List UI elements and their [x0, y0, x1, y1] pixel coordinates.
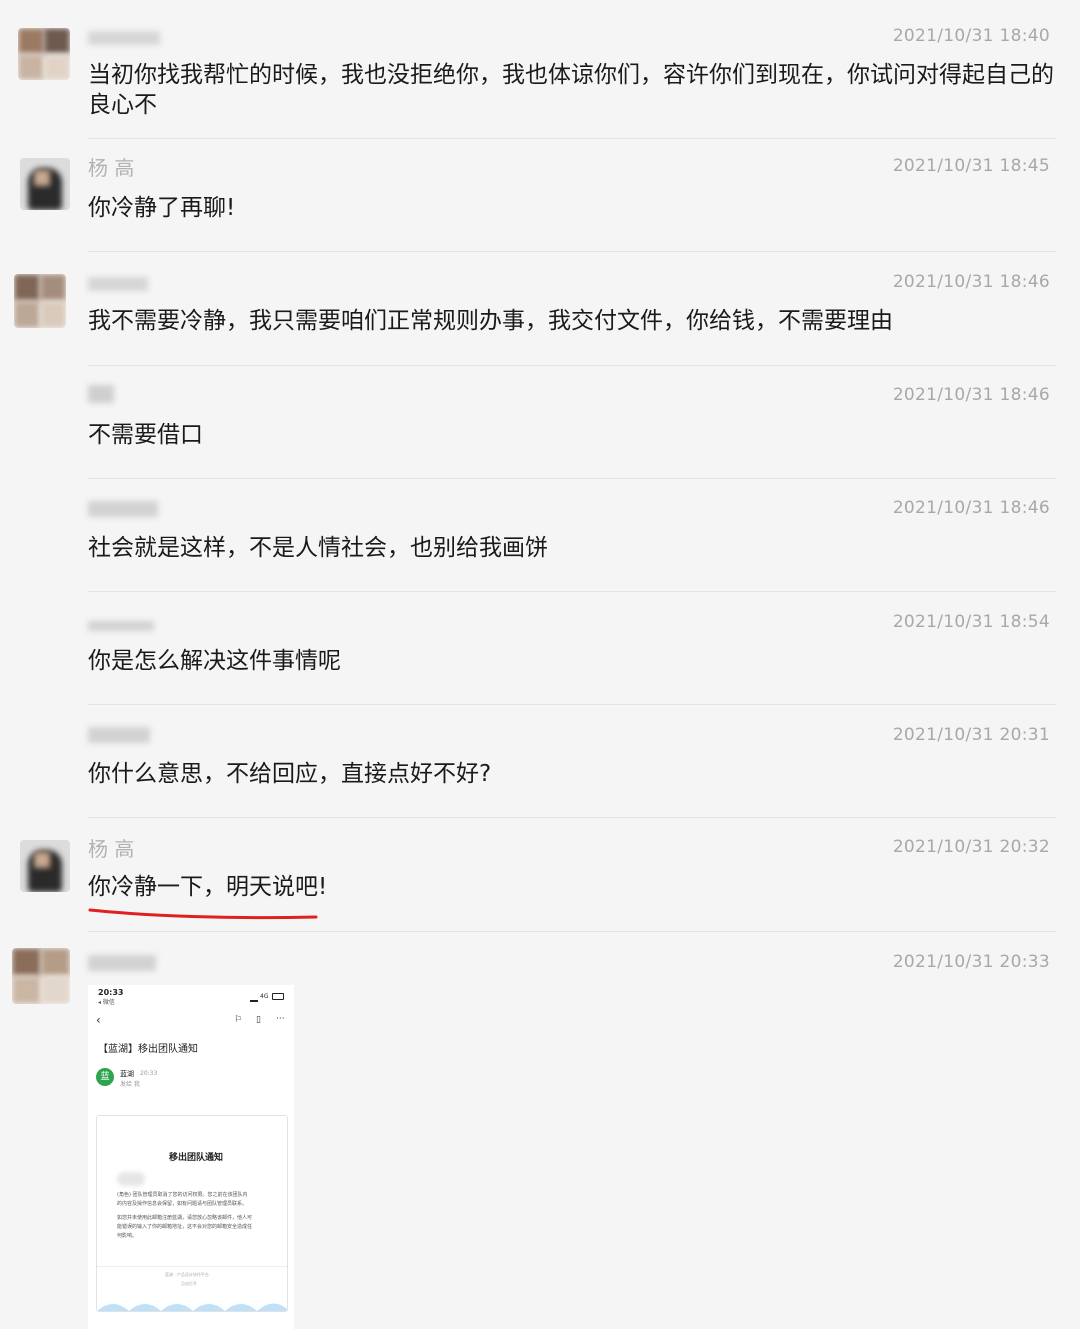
- sender-avatar: 蓝: [96, 1068, 114, 1086]
- divider: [88, 478, 1056, 479]
- divider: [88, 931, 1056, 932]
- card-title: 移出团队通知: [169, 1153, 224, 1163]
- message-text: 你冷静了再聊!: [88, 195, 236, 221]
- red-underline: [88, 908, 318, 920]
- flag-icon: ⚐: [234, 1015, 243, 1025]
- sender-name: [88, 722, 150, 750]
- divider: [88, 365, 1056, 366]
- blurred-name: [88, 31, 160, 45]
- message-timestamp: 2021/10/31 20:32: [892, 837, 1050, 857]
- message-text: 你什么意思，不给回应，直接点好不好?: [88, 761, 492, 787]
- sender-name: [88, 270, 148, 298]
- message-timestamp: 2021/10/31 20:31: [892, 725, 1050, 745]
- divider: [88, 251, 1056, 252]
- wave-decoration: [97, 1303, 287, 1311]
- message-timestamp: 2021/10/31 18:46: [892, 498, 1050, 518]
- blurred-name: [88, 501, 158, 517]
- message-text: 社会就是这样，不是人情社会，也别给我画饼: [88, 535, 548, 561]
- avatar[interactable]: [18, 28, 70, 80]
- sender-name: 杨 高: [88, 837, 135, 861]
- blurred-name: [88, 385, 114, 403]
- message-timestamp: 2021/10/31 18:54: [892, 612, 1050, 632]
- avatar[interactable]: [14, 274, 66, 328]
- body-line: 如您并未使用此邮箱注册蓝湖，请您放心忽略该邮件，他人可: [117, 1215, 253, 1221]
- message-timestamp: 2021/10/31 20:33: [892, 952, 1050, 972]
- message-timestamp: 2021/10/31 18:46: [892, 385, 1050, 405]
- sender-name: 蓝湖: [120, 1070, 134, 1078]
- sender-name: 杨 高: [88, 156, 135, 180]
- blurred-name: [88, 727, 150, 743]
- avatar[interactable]: [20, 158, 70, 210]
- sender-name: [88, 496, 158, 524]
- message-text: 不需要借口: [88, 422, 203, 448]
- divider: [88, 138, 1056, 139]
- card-footer: 蓝湖 · 产品设计协作平台: [165, 1272, 209, 1277]
- battery-icon: [272, 993, 284, 1000]
- signal-icon: [250, 994, 258, 1002]
- blurred-name: [88, 277, 148, 291]
- trash-icon: ▯: [256, 1015, 261, 1025]
- message-text: 我不需要冷静，我只需要咱们正常规则办事，我交付文件，你给钱，不需要理由: [88, 308, 893, 334]
- message-text: 你是怎么解决这件事情呢: [88, 648, 341, 674]
- avatar[interactable]: [12, 948, 70, 1004]
- divider: [88, 817, 1056, 818]
- image-attachment[interactable]: 20:33 ◂ 微信 4G ‹ ⚐ ▯ ··· 【蓝湖】移出团队通知 蓝 蓝湖 …: [88, 985, 294, 1329]
- message-timestamp: 2021/10/31 18:45: [892, 156, 1050, 176]
- email-card: 移出团队通知 (角色) 团队管理员取消了您的访问权限。您之前在该团队内 的内容及…: [96, 1115, 288, 1312]
- sender-name: [88, 950, 156, 978]
- message-text: 当初你找我帮忙的时候，我也没拒绝你，我也体谅你们，容许你们到现在，你试问对得起自…: [88, 62, 1054, 118]
- divider: [88, 704, 1056, 705]
- more-icon: ···: [276, 1014, 285, 1024]
- sender-name: [88, 610, 154, 638]
- back-icon: ‹: [96, 1013, 101, 1027]
- card-footer: 点击打开: [181, 1281, 197, 1286]
- network-label: 4G: [260, 993, 269, 1000]
- email-subject: 【蓝湖】移出团队通知: [98, 1044, 198, 1055]
- message-text: 你冷静一下，明天说吧!: [88, 874, 328, 900]
- body-line: 何影响。: [117, 1233, 138, 1239]
- sender-name: [88, 24, 160, 52]
- body-line: (角色) 团队管理员取消了您的访问权限。您之前在该团队内: [117, 1192, 248, 1198]
- recipient: 发给 我: [120, 1081, 140, 1088]
- body-line: 的内容及操作信息会保留，如有问题请与团队管理员联系。: [117, 1201, 248, 1207]
- avatar[interactable]: [20, 840, 70, 892]
- back-to-app: ◂ 微信: [98, 999, 115, 1006]
- message-timestamp: 2021/10/31 18:46: [892, 272, 1050, 292]
- status-time: 20:33: [98, 988, 124, 997]
- message-timestamp: 2021/10/31 18:40: [892, 26, 1050, 46]
- body-line: 能错误的输入了你的邮箱地址，这不会对您的邮箱安全造成任: [117, 1224, 253, 1230]
- blurred-name: [88, 621, 154, 631]
- sender-name: [88, 382, 114, 410]
- divider: [88, 591, 1056, 592]
- blurred-greeting: [117, 1172, 145, 1186]
- card-divider: [97, 1266, 287, 1267]
- sender-time: 20:33: [140, 1070, 158, 1077]
- blurred-name: [88, 955, 156, 971]
